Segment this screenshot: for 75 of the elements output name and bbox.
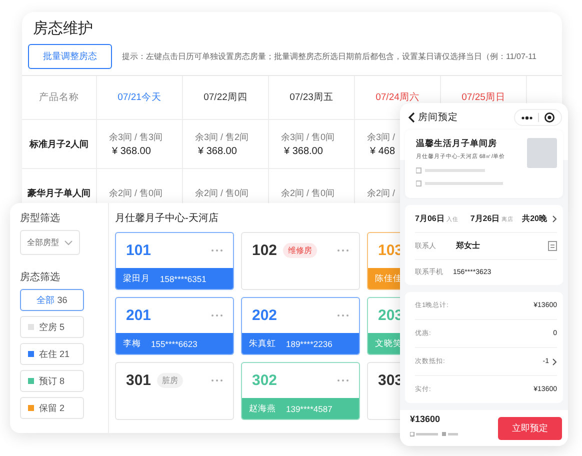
capsule-menu-icon[interactable]: [514, 109, 562, 126]
contact-card-icon[interactable]: [548, 240, 557, 250]
room-type-dropdown[interactable]: 全部房型: [20, 230, 80, 255]
stock-text: 余3间 / 售0间: [281, 131, 335, 144]
room-number: 202: [252, 307, 278, 324]
book-now-button[interactable]: 立即预定: [498, 416, 562, 440]
room-card[interactable]: 201 李梅 155****6623: [115, 297, 234, 355]
chevron-down-icon: [64, 240, 73, 246]
total-price: ¥13600: [410, 414, 442, 424]
guest-name: 李梅: [123, 338, 141, 350]
store-title: 月仕馨月子中心-天河店: [115, 212, 220, 225]
status-filter[interactable]: 全部 36: [20, 289, 84, 311]
status-filter[interactable]: 预订 8: [20, 370, 84, 392]
page-title: 房间预定: [418, 111, 458, 124]
stock-text: 余3间 /: [367, 131, 396, 144]
room-number: 201: [126, 307, 152, 324]
column-header: 产品名称: [39, 91, 79, 104]
panel-title: 房态维护: [32, 19, 94, 38]
stock-text: 余2间 / 售0间: [195, 186, 249, 200]
room-name: 温馨生活月子单间房: [416, 138, 498, 150]
price-text: ¥ 368.00: [198, 146, 237, 157]
stock-text: 余3间 / 售2间: [195, 131, 249, 144]
back-icon[interactable]: [408, 112, 415, 123]
price-text: ¥ 468: [370, 146, 396, 157]
product-name: 标准月子2人间: [29, 138, 88, 150]
more-icon[interactable]: [337, 249, 349, 252]
guest-name: 梁田月: [123, 272, 150, 284]
room-card[interactable]: 101 梁田月 158****6351: [115, 232, 234, 290]
stock-text: 余3间 / 售3间: [109, 131, 163, 144]
room-card[interactable]: 202 朱真虹 189****2236: [241, 297, 360, 355]
room-number: 102: [252, 242, 278, 259]
contact-name: 郑女士: [456, 240, 480, 251]
status-tag: 脏房: [157, 373, 184, 388]
more-icon[interactable]: [211, 379, 223, 382]
order-links-drawing: [410, 432, 460, 437]
nights-link[interactable]: 共20晚: [522, 213, 547, 224]
checkin-date: 7月06日: [415, 213, 444, 224]
price-text: ¥ 368.00: [112, 146, 151, 157]
guest-phone: 155****6623: [151, 338, 198, 348]
status-tag: 维修房: [283, 243, 318, 258]
guest-phone: 139****4587: [286, 404, 332, 414]
hint-text: 提示：左键点击日历可单独设置房态房量；批量调整房态所选日期前后都包含，设置某日请仅选择当日（例：11/07-11: [122, 51, 536, 62]
checkout-date: 7月26日: [470, 213, 500, 224]
more-icon[interactable]: [211, 249, 223, 252]
more-icon[interactable]: [337, 314, 349, 317]
price-text: ¥ 368.00: [284, 146, 323, 157]
filter-label: 房态筛选: [20, 270, 60, 284]
guest-phone: 158****6351: [160, 274, 206, 284]
stock-text: 余2间 / 售0间: [281, 186, 335, 200]
room-number: 101: [126, 242, 152, 259]
stock-text: 余2间 / 售0间: [109, 186, 163, 200]
status-filter[interactable]: 在住 21: [20, 343, 84, 365]
stock-text: 余2间 /: [367, 186, 396, 200]
guest-name: 赵海燕: [249, 402, 276, 414]
column-header: 07/23周五: [290, 91, 334, 104]
column-header: 07/22周四: [204, 91, 248, 104]
room-card[interactable]: 301 脏房: [115, 362, 234, 420]
more-icon[interactable]: [337, 379, 349, 382]
product-name: 豪华月子单人间: [28, 186, 90, 200]
column-header: 07/21今天: [118, 91, 162, 104]
batch-adjust-button[interactable]: 批量调整房态: [28, 44, 112, 69]
chevron-right-icon[interactable]: [552, 214, 557, 222]
room-photo-placeholder: [527, 138, 557, 168]
chevron-right-icon[interactable]: [552, 358, 557, 366]
column-header: 07/25周日: [462, 91, 506, 104]
guest-name: 朱真虹: [249, 338, 276, 350]
status-filter[interactable]: 保留 2: [20, 397, 84, 419]
room-number: 302: [252, 372, 278, 389]
more-icon[interactable]: [211, 314, 223, 317]
guest-phone: 189****2236: [286, 338, 332, 348]
filter-label: 房型筛选: [20, 212, 60, 225]
status-filter[interactable]: 空房 5: [20, 316, 84, 338]
room-number: 301: [126, 372, 152, 389]
room-card[interactable]: 102 维修房: [241, 232, 360, 290]
column-header: 07/24周六: [376, 91, 420, 104]
